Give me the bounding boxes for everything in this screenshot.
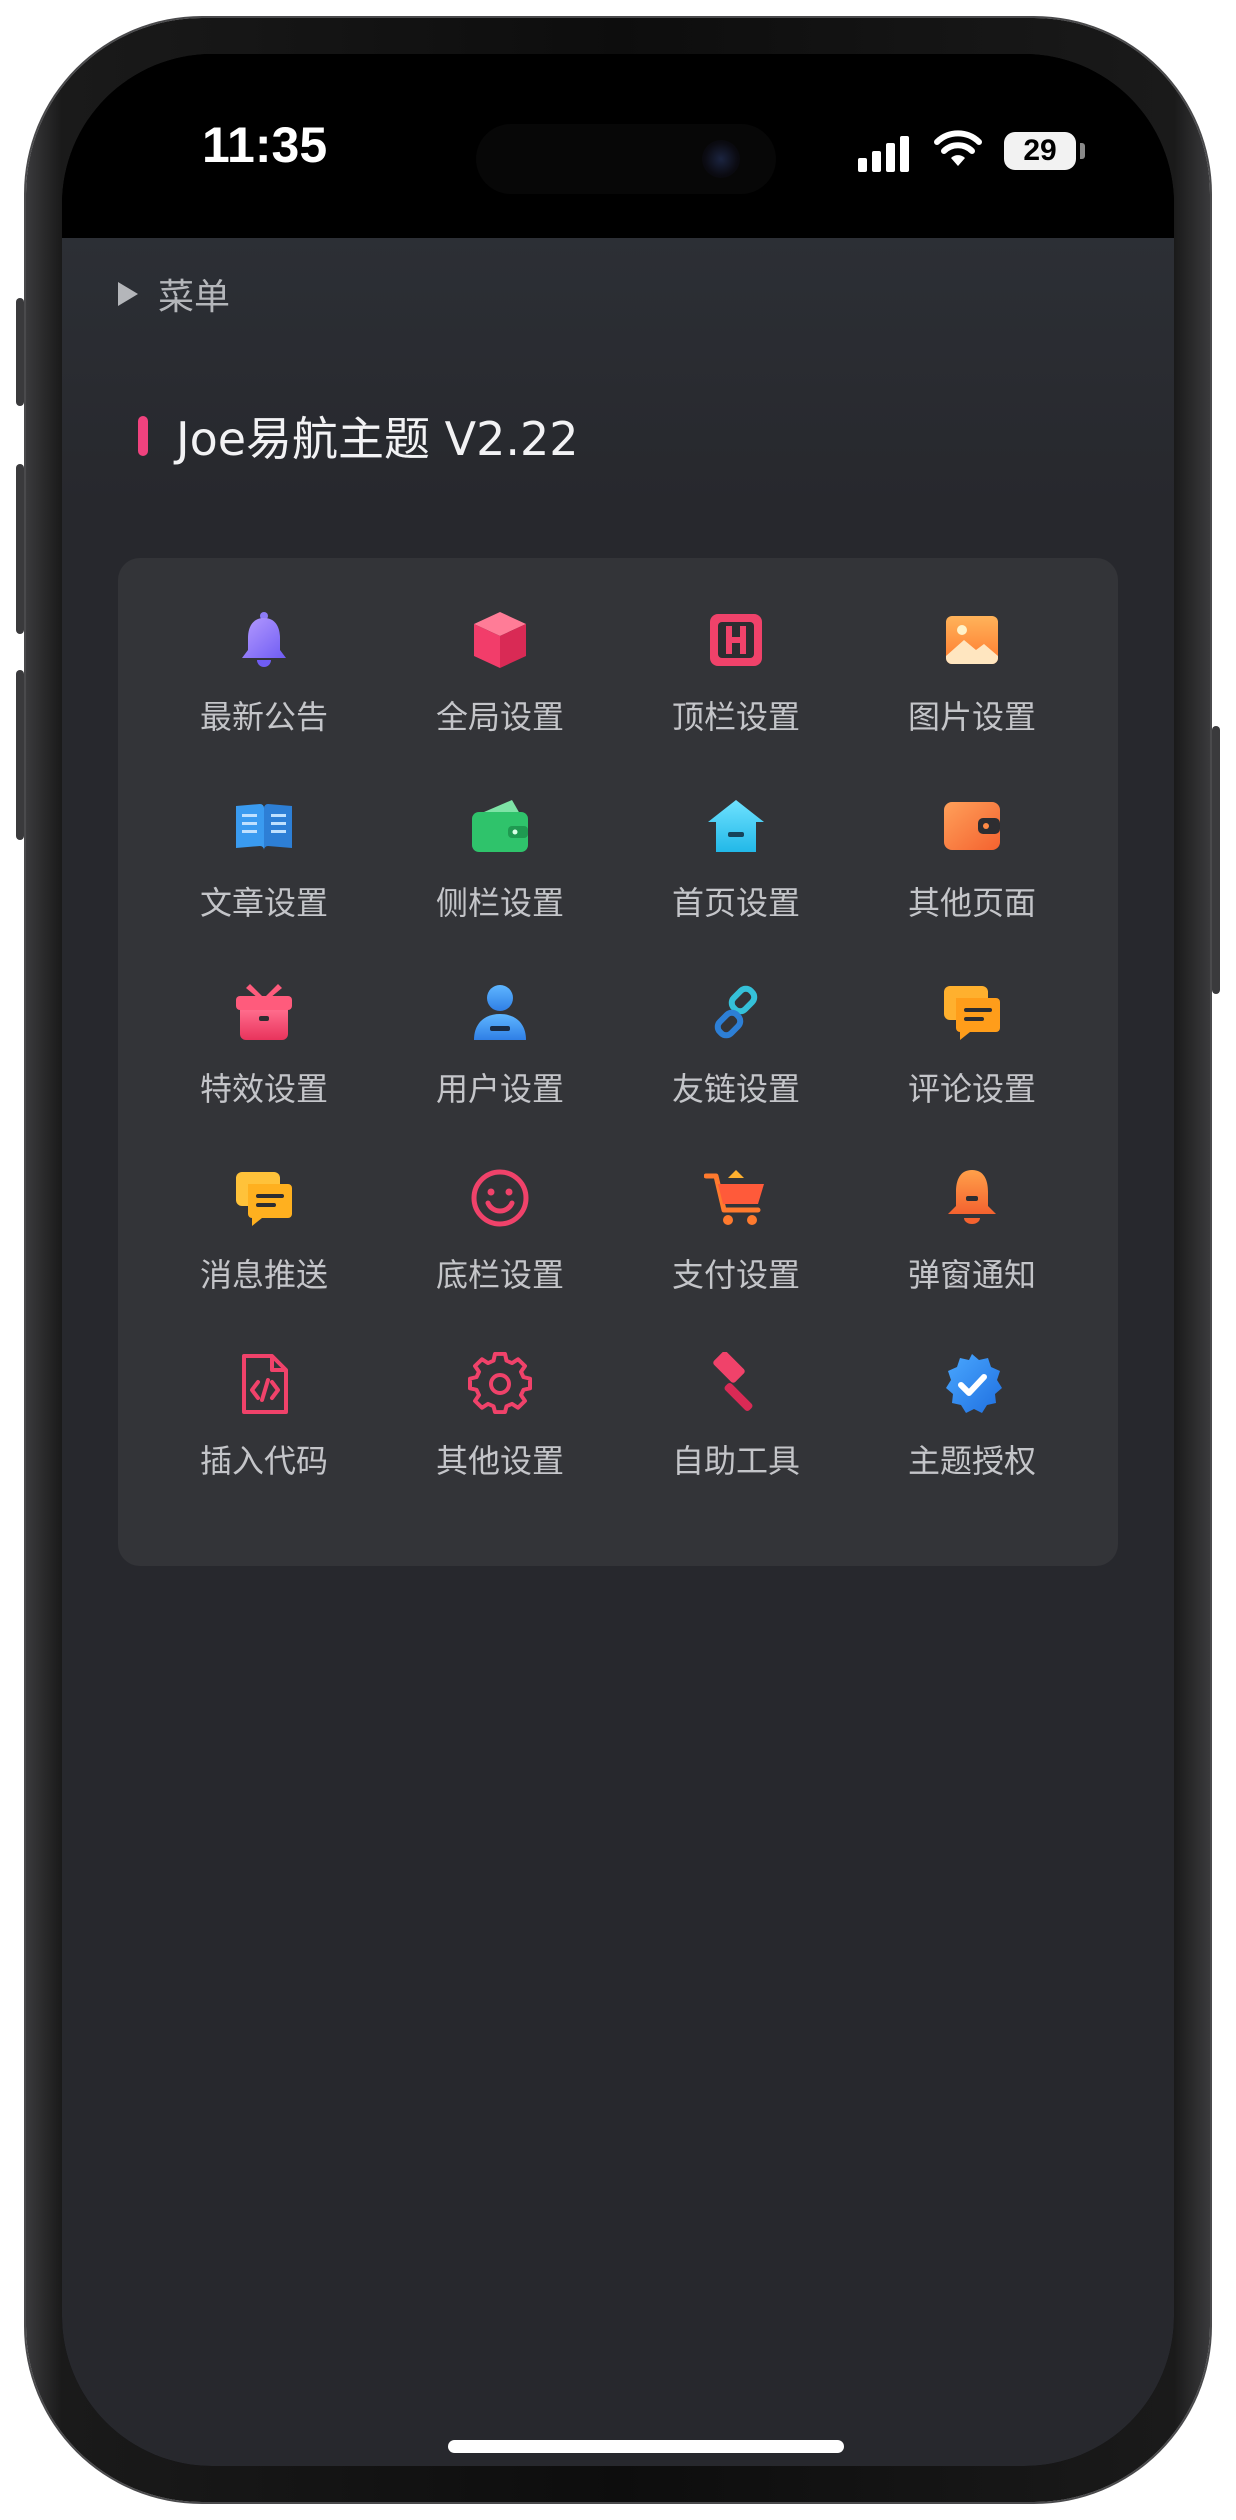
grid-item-article[interactable]: 文章设置 [146, 794, 382, 954]
page-title-text: Joe易航主题 V2.22 [176, 412, 579, 466]
code-file-icon [242, 1354, 288, 1414]
grid-item-label: 消息推送 [199, 1256, 328, 1294]
grid-item-payment[interactable]: 支付设置 [618, 1166, 854, 1326]
image-icon [946, 616, 998, 664]
link-icon [714, 985, 758, 1039]
wallet-icon [472, 800, 528, 852]
home-indicator[interactable] [448, 2440, 844, 2453]
alert-bell-icon [948, 1170, 996, 1224]
grid-item-theme-license[interactable]: 主题授权 [854, 1352, 1090, 1512]
grid-item-sidebar[interactable]: 侧栏设置 [382, 794, 618, 954]
menu-label: 菜单 [158, 277, 231, 318]
disclosure-triangle-icon [118, 282, 138, 306]
grid-item-label: 自助工具 [671, 1442, 800, 1480]
smile-icon [471, 1169, 529, 1227]
message-icon [236, 1172, 292, 1226]
grid-item-label: 特效设置 [199, 1070, 328, 1108]
action-button [16, 298, 24, 406]
grid-item-label: 支付设置 [671, 1256, 800, 1294]
home-icon [708, 800, 764, 852]
volume-down-button [16, 670, 24, 840]
grid-item-label: 图片设置 [907, 698, 1036, 736]
grid-item-label: 其他设置 [435, 1442, 564, 1480]
purse-icon [944, 802, 1000, 850]
grid-item-insert-code[interactable]: 插入代码 [146, 1352, 382, 1512]
screen: 11:35 29 菜单 Joe易航主题 V2.22 最新公告 全局设置 顶栏设置… [62, 54, 1174, 2466]
page-title: Joe易航主题 V2.22 [138, 403, 579, 469]
grid-item-label: 顶栏设置 [671, 698, 800, 736]
grid-item-label: 其他页面 [907, 884, 1036, 922]
status-time: 11:35 [202, 117, 328, 173]
grid-item-popup-notice[interactable]: 弹窗通知 [854, 1166, 1090, 1326]
phone-frame: 11:35 29 菜单 Joe易航主题 V2.22 最新公告 全局设置 顶栏设置… [16, 18, 1220, 2502]
grid-item-effects[interactable]: 特效设置 [146, 980, 382, 1140]
grid-item-label: 最新公告 [199, 698, 328, 736]
volume-up-button [16, 464, 24, 634]
cellular-signal-icon [858, 134, 909, 172]
grid-item-image[interactable]: 图片设置 [854, 608, 1090, 768]
hammer-icon [713, 1352, 753, 1411]
grid-item-other-pages[interactable]: 其他页面 [854, 794, 1090, 954]
gear-icon [468, 1352, 532, 1415]
power-button [1212, 726, 1220, 994]
grid-item-footer[interactable]: 底栏设置 [382, 1166, 618, 1326]
user-icon [474, 985, 526, 1040]
bell-icon [242, 612, 286, 667]
grid-item-label: 文章设置 [199, 884, 328, 922]
grid-item-other-settings[interactable]: 其他设置 [382, 1352, 618, 1512]
grid-item-label: 侧栏设置 [435, 884, 564, 922]
grid-item-global[interactable]: 全局设置 [382, 608, 618, 768]
book-icon [236, 804, 292, 850]
page-content: 菜单 Joe易航主题 V2.22 最新公告 全局设置 顶栏设置 图片设置 文章设… [62, 238, 1174, 2466]
grid-item-header[interactable]: 顶栏设置 [618, 608, 854, 768]
battery-level: 29 [1004, 132, 1076, 170]
grid-item-user[interactable]: 用户设置 [382, 980, 618, 1140]
grid-item-friend-links[interactable]: 友链设置 [618, 980, 854, 1140]
grid-item-label: 友链设置 [671, 1070, 800, 1108]
grid-item-comment[interactable]: 评论设置 [854, 980, 1090, 1140]
cube-icon [474, 612, 526, 668]
grid-item-label: 弹窗通知 [907, 1256, 1036, 1294]
gift-icon [236, 984, 292, 1040]
grid-item-label: 评论设置 [907, 1070, 1036, 1108]
verified-badge-icon [946, 1354, 1002, 1413]
grid-item-label: 插入代码 [199, 1442, 328, 1480]
front-camera [702, 140, 740, 178]
grid-item-announcement[interactable]: 最新公告 [146, 608, 382, 768]
grid-item-self-service-tools[interactable]: 自助工具 [618, 1352, 854, 1512]
grid-item-label: 全局设置 [435, 698, 564, 736]
status-bar: 11:35 29 [62, 54, 1174, 238]
grid-item-message-push[interactable]: 消息推送 [146, 1166, 382, 1326]
title-accent-bar [138, 416, 148, 456]
h-square-icon [710, 614, 762, 666]
cart-icon [704, 1170, 764, 1225]
comment-icon [944, 986, 1000, 1040]
grid-item-label: 主题授权 [907, 1442, 1036, 1480]
grid-item-label: 底栏设置 [435, 1256, 564, 1294]
grid-item-label: 用户设置 [435, 1070, 564, 1108]
grid-item-label: 首页设置 [671, 884, 800, 922]
menu-toggle[interactable]: 菜单 [118, 268, 230, 320]
wifi-icon [934, 130, 982, 166]
battery-tip [1080, 143, 1085, 159]
grid-item-homepage[interactable]: 首页设置 [618, 794, 854, 954]
settings-grid: 最新公告 全局设置 顶栏设置 图片设置 文章设置 侧栏设置 首页设置 其他页面 … [118, 558, 1118, 1566]
